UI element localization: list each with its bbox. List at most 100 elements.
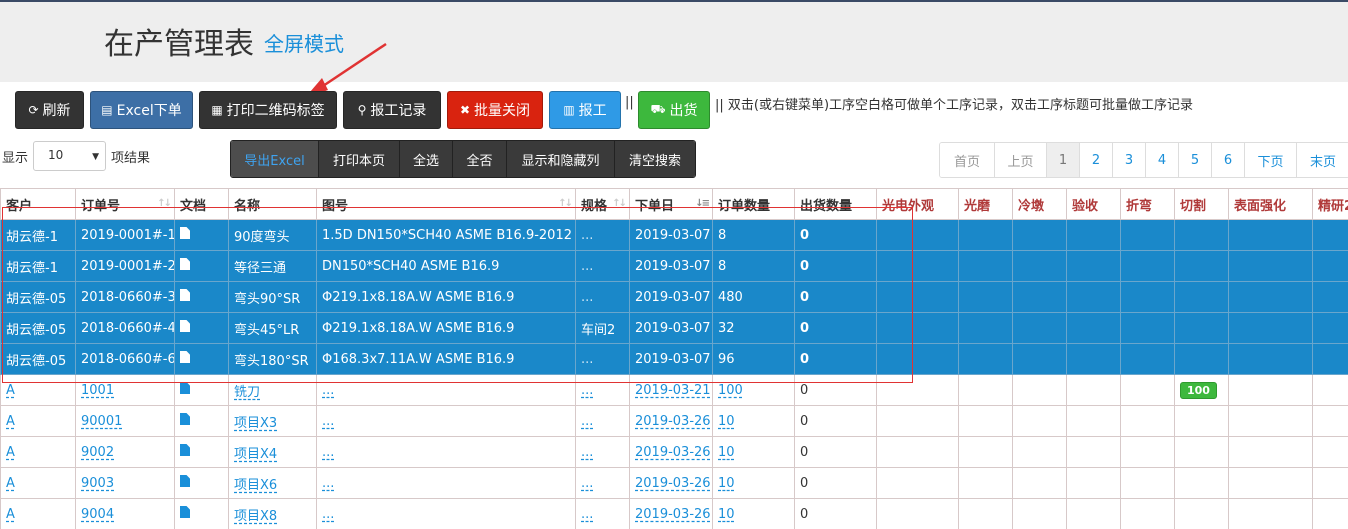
cell-order-link[interactable]: 1001 bbox=[81, 383, 114, 398]
cell-qty[interactable]: 100 bbox=[712, 374, 795, 406]
cell-spec-link[interactable]: ... bbox=[581, 476, 593, 491]
cell-customer-link[interactable]: A bbox=[6, 507, 15, 522]
table-row[interactable]: 胡云德-1 2019-0001#-1 90度弯头 1.5D DN150*SCH40 A… bbox=[0, 219, 1348, 251]
cell-qty-link[interactable]: 10 bbox=[718, 476, 735, 491]
cell-date[interactable]: 2019-03-26 bbox=[629, 467, 713, 499]
cell-process[interactable] bbox=[1228, 467, 1313, 499]
cell-process[interactable]: 100 bbox=[1174, 374, 1229, 406]
cell-process[interactable] bbox=[1012, 312, 1067, 344]
cell-process[interactable] bbox=[1312, 405, 1348, 437]
cell-spec[interactable]: ... bbox=[575, 250, 630, 282]
cell-process[interactable] bbox=[1066, 498, 1121, 529]
table-row[interactable]: 胡云德-05 2018-0660#-4 弯头45°LR Φ219.1x8.18A.W … bbox=[0, 312, 1348, 344]
col-doc[interactable]: 文档 bbox=[174, 188, 229, 220]
batch-close-button[interactable]: ✖ 批量关闭 bbox=[447, 91, 543, 129]
cell-process[interactable] bbox=[876, 343, 959, 375]
cell-process[interactable] bbox=[1066, 467, 1121, 499]
cell-order[interactable]: 9003 bbox=[75, 467, 175, 499]
cell-order[interactable]: 2019-0001#-1 bbox=[75, 219, 175, 251]
cell-drawing[interactable]: ... bbox=[316, 436, 576, 468]
cell-drawing[interactable]: DN150*SCH40 ASME B16.9 bbox=[316, 250, 576, 282]
cell-name[interactable]: 等径三通 bbox=[228, 250, 317, 282]
col-process-cold[interactable]: 冷墩 bbox=[1012, 188, 1067, 220]
cell-qty[interactable]: 10 bbox=[712, 436, 795, 468]
cell-qty-link[interactable]: 100 bbox=[718, 383, 743, 398]
cell-doc[interactable] bbox=[174, 250, 229, 282]
cell-date[interactable]: 2019-03-21 bbox=[629, 374, 713, 406]
cell-process[interactable] bbox=[1174, 219, 1229, 251]
cell-customer[interactable]: 胡云德-05 bbox=[0, 343, 76, 375]
cell-date-link[interactable]: 2019-03-26 bbox=[635, 445, 711, 460]
cell-qty[interactable]: 480 bbox=[712, 281, 795, 313]
cell-process[interactable] bbox=[1120, 219, 1175, 251]
col-process-lap[interactable]: 精研2 bbox=[1312, 188, 1348, 220]
col-process-polish[interactable]: 光磨 bbox=[958, 188, 1013, 220]
col-customer[interactable]: 客户 bbox=[0, 188, 76, 220]
cell-process[interactable] bbox=[1120, 343, 1175, 375]
cell-doc[interactable] bbox=[174, 312, 229, 344]
cell-date[interactable]: 2019-03-07 bbox=[629, 219, 713, 251]
cell-process[interactable] bbox=[1120, 312, 1175, 344]
cell-date[interactable]: 2019-03-07 bbox=[629, 250, 713, 282]
cell-drawing-link[interactable]: ... bbox=[322, 476, 334, 491]
cell-date-link[interactable]: 2019-03-21 bbox=[635, 383, 711, 398]
col-process-cut[interactable]: 切割 bbox=[1174, 188, 1229, 220]
cell-doc[interactable] bbox=[174, 343, 229, 375]
cell-process[interactable] bbox=[1120, 498, 1175, 529]
cell-customer[interactable]: A bbox=[0, 498, 76, 529]
cell-process[interactable] bbox=[1228, 436, 1313, 468]
cell-process[interactable] bbox=[1120, 374, 1175, 406]
cell-customer[interactable]: A bbox=[0, 436, 76, 468]
cell-doc[interactable] bbox=[174, 467, 229, 499]
cell-process[interactable] bbox=[1012, 219, 1067, 251]
cell-process[interactable] bbox=[1012, 343, 1067, 375]
cell-spec[interactable]: ... bbox=[575, 498, 630, 529]
cell-name-link[interactable]: 项目X3 bbox=[234, 416, 277, 431]
document-icon[interactable] bbox=[180, 320, 190, 332]
cell-spec[interactable]: ... bbox=[575, 281, 630, 313]
table-row[interactable]: A 9003 项目X6...... 2019-03-26 10 0 bbox=[0, 467, 1348, 499]
cell-order-link[interactable]: 9003 bbox=[81, 476, 114, 491]
cell-order[interactable]: 9004 bbox=[75, 498, 175, 529]
document-icon[interactable] bbox=[180, 506, 190, 518]
cell-qty[interactable]: 32 bbox=[712, 312, 795, 344]
table-row[interactable]: 胡云德-05 2018-0660#-3 弯头90°SR Φ219.1x8.18A.W … bbox=[0, 281, 1348, 313]
cell-process[interactable] bbox=[1228, 250, 1313, 282]
cell-drawing[interactable]: 1.5D DN150*SCH40 ASME B16.9-2012 bbox=[316, 219, 576, 251]
toggle-columns-button[interactable]: 显示和隐藏列 bbox=[507, 141, 615, 177]
cell-name[interactable]: 项目X3 bbox=[228, 405, 317, 437]
cell-date-link[interactable]: 2019-03-26 bbox=[635, 476, 711, 491]
cell-process[interactable] bbox=[1228, 405, 1313, 437]
cell-process[interactable] bbox=[1066, 405, 1121, 437]
cell-qty-link[interactable]: 10 bbox=[718, 507, 735, 522]
report-work-button[interactable]: ▥ 报工 bbox=[549, 91, 621, 129]
cell-process[interactable] bbox=[958, 250, 1013, 282]
page-1[interactable]: 1 bbox=[1047, 143, 1080, 177]
cell-date[interactable]: 2019-03-07 bbox=[629, 343, 713, 375]
cell-process[interactable] bbox=[1120, 467, 1175, 499]
col-process-surface[interactable]: 表面强化 bbox=[1228, 188, 1313, 220]
cell-process[interactable] bbox=[1012, 498, 1067, 529]
cell-drawing[interactable]: ... bbox=[316, 467, 576, 499]
col-process-bend[interactable]: 折弯 bbox=[1120, 188, 1175, 220]
cell-order[interactable]: 2019-0001#-2 bbox=[75, 250, 175, 282]
cell-process[interactable] bbox=[1174, 467, 1229, 499]
cell-process[interactable] bbox=[1012, 281, 1067, 313]
cell-order[interactable]: 2018-0660#-6 bbox=[75, 343, 175, 375]
document-icon[interactable] bbox=[180, 258, 190, 270]
cell-drawing[interactable]: ... bbox=[316, 374, 576, 406]
col-order[interactable]: 订单号 ↑↓ bbox=[75, 188, 175, 220]
cell-date[interactable]: 2019-03-07 bbox=[629, 281, 713, 313]
report-log-button[interactable]: ⚲ 报工记录 bbox=[343, 91, 441, 129]
cell-process[interactable] bbox=[1120, 436, 1175, 468]
col-process-inspect[interactable]: 验收 bbox=[1066, 188, 1121, 220]
cell-process[interactable] bbox=[958, 405, 1013, 437]
cell-process[interactable] bbox=[1312, 250, 1348, 282]
cell-process[interactable] bbox=[1174, 436, 1229, 468]
cell-process[interactable] bbox=[1228, 374, 1313, 406]
cell-name-link[interactable]: 项目X8 bbox=[234, 509, 277, 524]
cell-doc[interactable] bbox=[174, 436, 229, 468]
page-length-select[interactable]: 10 ▼ bbox=[33, 141, 106, 171]
cell-customer[interactable]: A bbox=[0, 405, 76, 437]
cell-process[interactable] bbox=[958, 467, 1013, 499]
